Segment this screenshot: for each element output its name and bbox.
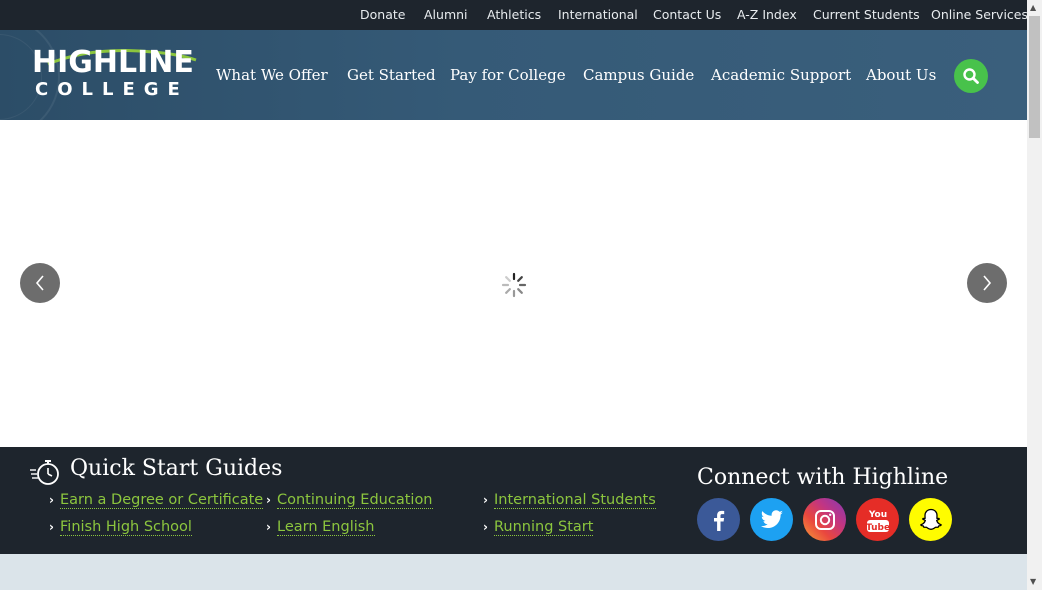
utility-link-contact-us[interactable]: Contact Us xyxy=(653,7,721,23)
chevron-right-icon: › xyxy=(483,493,488,507)
nav-get-started[interactable]: Get Started xyxy=(347,66,436,84)
carousel-prev-button[interactable] xyxy=(20,263,60,303)
twitter-icon xyxy=(760,509,783,528)
nav-pay-for-college[interactable]: Pay for College xyxy=(450,66,566,84)
qs-link-learn-english[interactable]: › Learn English xyxy=(266,518,375,536)
chevron-right-icon: › xyxy=(266,520,271,534)
youtube-button[interactable]: You Tube xyxy=(856,498,899,541)
snapchat-button[interactable] xyxy=(909,498,952,541)
page-scrollbar[interactable]: ▲ ▼ xyxy=(1027,0,1042,590)
chevron-right-icon: › xyxy=(49,520,54,534)
utility-link-alumni[interactable]: Alumni xyxy=(424,7,468,23)
utility-bar: Donate Alumni Athletics International Co… xyxy=(0,0,1028,30)
utility-link-donate[interactable]: Donate xyxy=(360,7,405,23)
qs-link-continuing-education[interactable]: › Continuing Education xyxy=(266,491,433,509)
search-icon xyxy=(963,68,979,84)
twitter-button[interactable] xyxy=(750,498,793,541)
nav-academic-support[interactable]: Academic Support xyxy=(711,66,851,84)
youtube-icon: You Tube xyxy=(865,510,889,533)
instagram-icon xyxy=(814,509,835,530)
qs-link-earn-degree[interactable]: › Earn a Degree or Certificate xyxy=(49,491,264,509)
facebook-icon xyxy=(713,510,724,531)
facebook-button[interactable] xyxy=(697,498,740,541)
qs-link-running-start[interactable]: › Running Start xyxy=(483,518,594,536)
stopwatch-icon xyxy=(30,460,59,485)
chevron-right-icon: › xyxy=(49,493,54,507)
search-button[interactable] xyxy=(954,59,988,93)
highline-logo[interactable]: HIGHLINE COLLEGE xyxy=(32,44,197,104)
svg-text:Tube: Tube xyxy=(865,523,889,533)
instagram-button[interactable] xyxy=(803,498,846,541)
scroll-up-arrow-icon[interactable]: ▲ xyxy=(1030,3,1036,13)
chevron-left-icon xyxy=(35,275,44,291)
quick-start-title: Quick Start Guides xyxy=(70,456,283,481)
utility-link-online-services[interactable]: Online Services xyxy=(931,7,1028,23)
carousel-next-button[interactable] xyxy=(967,263,1007,303)
scroll-down-arrow-icon[interactable]: ▼ xyxy=(1030,577,1036,587)
nav-campus-guide[interactable]: Campus Guide xyxy=(583,66,694,84)
utility-link-a-z-index[interactable]: A-Z Index xyxy=(737,7,797,23)
snapchat-icon xyxy=(919,508,942,530)
utility-link-international[interactable]: International xyxy=(558,7,638,23)
quick-start-section: Quick Start Guides › Earn a Degree or Cer… xyxy=(0,447,1027,554)
hero-carousel xyxy=(0,120,1027,447)
nav-what-we-offer[interactable]: What We Offer xyxy=(216,66,328,84)
utility-link-athletics[interactable]: Athletics xyxy=(487,7,541,23)
spinner-icon xyxy=(501,272,527,298)
page: Donate Alumni Athletics International Co… xyxy=(0,0,1042,590)
svg-text:You: You xyxy=(867,510,886,520)
scrollbar-thumb[interactable] xyxy=(1029,16,1040,138)
logo-wordmark-highline: HIGHLINE xyxy=(32,45,194,80)
nav-about-us[interactable]: About Us xyxy=(866,66,936,84)
connect-title: Connect with Highline xyxy=(697,465,949,490)
qs-link-international-students[interactable]: › International Students xyxy=(483,491,656,509)
logo-wordmark-college: COLLEGE xyxy=(35,79,189,100)
qs-link-finish-high-school[interactable]: › Finish High School xyxy=(49,518,192,536)
content-band xyxy=(0,554,1027,590)
main-header: HIGHLINE COLLEGE What We Offer Get Start… xyxy=(0,30,1027,120)
utility-link-current-students[interactable]: Current Students xyxy=(813,7,920,23)
chevron-right-icon: › xyxy=(483,520,488,534)
chevron-right-icon xyxy=(983,275,992,291)
chevron-right-icon: › xyxy=(266,493,271,507)
